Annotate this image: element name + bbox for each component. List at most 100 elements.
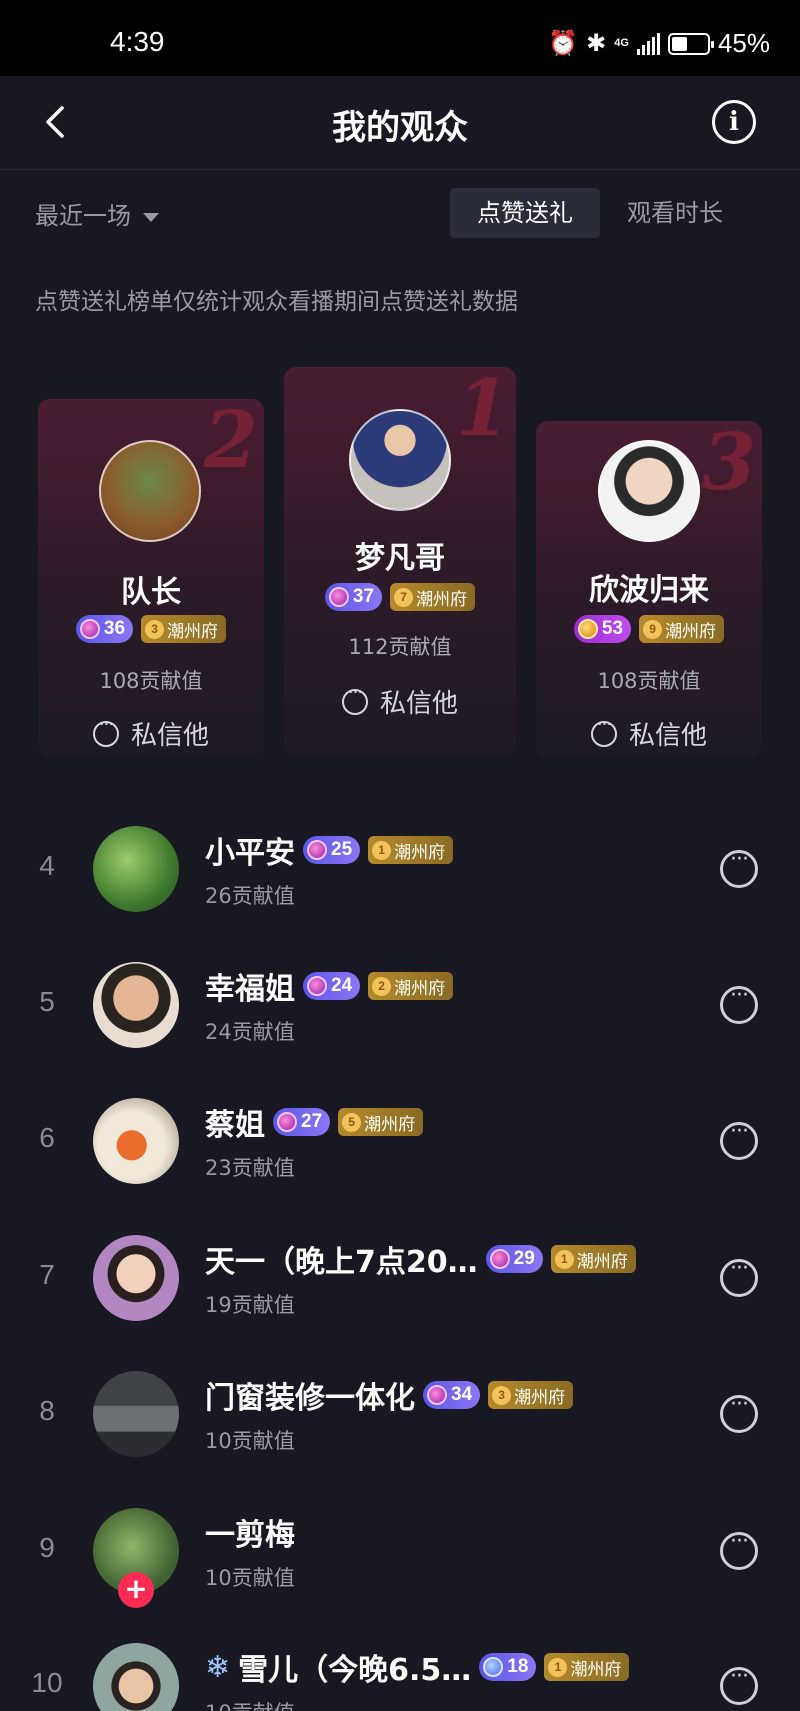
podium-score: 108贡献值 bbox=[597, 669, 701, 693]
name-line: 门窗装修一体化 34 3 潮州府 bbox=[205, 1373, 574, 1417]
fan-heart-icon: 1 bbox=[554, 1249, 574, 1269]
network-type-label: 4G bbox=[614, 37, 629, 49]
podium-card-rank-2[interactable]: 2 队长 36 3潮州府 108贡献值 私信他 bbox=[38, 399, 264, 757]
message-icon[interactable] bbox=[720, 847, 758, 888]
message-icon[interactable] bbox=[720, 1119, 758, 1160]
list-item[interactable]: 9 + 一剪梅 10贡献值 bbox=[0, 1482, 800, 1618]
avatar[interactable] bbox=[93, 1098, 179, 1184]
message-icon[interactable] bbox=[720, 1392, 758, 1433]
period-filter-label: 最近一场 bbox=[35, 202, 131, 230]
message-icon[interactable] bbox=[720, 983, 758, 1024]
user-level-badge: 18 bbox=[479, 1653, 537, 1681]
podium-name: 欣波归来 bbox=[589, 573, 709, 608]
bluetooth-icon: ✱ bbox=[586, 30, 607, 57]
avatar[interactable] bbox=[349, 409, 451, 511]
battery-icon bbox=[667, 32, 714, 55]
rank-number: 8 bbox=[39, 1395, 55, 1426]
contribution-score: 19贡献值 bbox=[205, 1293, 295, 1317]
level-gem-icon bbox=[307, 840, 327, 860]
period-filter-dropdown[interactable]: 最近一场 bbox=[35, 196, 159, 231]
status-bar: 4:39 ⏰ ✱ 4G 45% bbox=[0, 0, 800, 76]
avatar[interactable] bbox=[598, 440, 700, 542]
avatar[interactable] bbox=[93, 1235, 179, 1321]
nav-bar: 我的观众 i bbox=[0, 76, 800, 170]
fan-club-badge: 1 潮州府 bbox=[550, 1245, 636, 1273]
status-time: 4:39 bbox=[110, 26, 165, 57]
tab-watch-time[interactable]: 观看时长 bbox=[600, 188, 750, 238]
fan-club-badge: 2 潮州府 bbox=[368, 972, 454, 1000]
level-gem-icon bbox=[489, 1249, 510, 1269]
list-item[interactable]: 7 天一（晚上7点20… 29 1 潮州府 19贡献值 bbox=[0, 1209, 800, 1345]
podium-badges: 36 3 潮州府 bbox=[38, 615, 264, 643]
status-icons: ⏰ ✱ 4G 45% bbox=[548, 28, 770, 59]
message-button[interactable]: 私信他 bbox=[38, 714, 264, 752]
follow-button[interactable]: + bbox=[118, 1572, 154, 1608]
fan-club-badge: 5 潮州府 bbox=[338, 1108, 424, 1136]
contribution-score: 26贡献值 bbox=[205, 884, 295, 908]
fan-heart-icon: 3 bbox=[145, 619, 165, 639]
avatar[interactable] bbox=[99, 440, 201, 542]
rank-number: 10 bbox=[31, 1667, 63, 1698]
avatar[interactable] bbox=[93, 962, 179, 1048]
user-name: 蔡姐 bbox=[205, 1108, 265, 1143]
user-name: 雪儿（今晚6.5… bbox=[238, 1653, 472, 1688]
fan-heart-icon: 9 bbox=[643, 619, 663, 639]
chat-icon bbox=[92, 714, 119, 747]
name-line: 幸福姐 24 2 潮州府 bbox=[205, 964, 454, 1008]
fan-heart-icon: 1 bbox=[548, 1657, 568, 1677]
info-icon[interactable]: i bbox=[712, 100, 756, 144]
fan-heart-icon: 7 bbox=[394, 587, 414, 607]
name-line: 一剪梅 bbox=[205, 1510, 295, 1554]
tab-likes-gifts[interactable]: 点赞送礼 bbox=[450, 188, 600, 238]
level-gem-icon bbox=[79, 619, 100, 639]
name-line: ❄ 雪儿（今晚6.5… 18 1 潮州府 bbox=[205, 1645, 630, 1689]
user-level-badge: 25 bbox=[303, 836, 361, 864]
list-item[interactable]: 5 幸福姐 24 2 潮州府 24贡献值 bbox=[0, 936, 800, 1072]
avatar[interactable] bbox=[93, 1371, 179, 1457]
level-gem-icon bbox=[483, 1657, 504, 1677]
level-gem-icon bbox=[427, 1385, 447, 1405]
name-line: 天一（晚上7点20… 29 1 潮州府 bbox=[205, 1237, 636, 1281]
contribution-score: 24贡献值 bbox=[205, 1020, 295, 1044]
message-icon[interactable] bbox=[720, 1664, 758, 1705]
tabs: 点赞送礼 观看时长 bbox=[450, 188, 750, 238]
list-item[interactable]: 4 小平安 25 1 潮州府 26贡献值 bbox=[0, 800, 800, 936]
message-button[interactable]: 私信他 bbox=[284, 682, 516, 720]
level-gem-icon bbox=[577, 619, 598, 639]
contribution-score: 10贡献值 bbox=[205, 1566, 295, 1590]
battery-percent: 45% bbox=[717, 28, 770, 58]
caret-down-icon bbox=[143, 212, 159, 222]
podium-card-rank-1[interactable]: 1 梦凡哥 37 7潮州府 112贡献值 私信他 bbox=[284, 367, 516, 757]
podium-badges: 37 7 潮州府 bbox=[284, 583, 516, 611]
avatar[interactable] bbox=[93, 826, 179, 912]
level-gem-icon bbox=[328, 587, 349, 607]
fan-heart-icon: 1 bbox=[372, 840, 392, 860]
fan-club-badge: 1 潮州府 bbox=[368, 836, 454, 864]
ranking-note: 点赞送礼榜单仅统计观众看播期间点赞送礼数据 bbox=[35, 289, 518, 315]
podium-rank-number: 2 bbox=[203, 399, 258, 486]
user-name: 一剪梅 bbox=[205, 1518, 295, 1553]
rank-number: 4 bbox=[39, 850, 55, 881]
list-item[interactable]: 6 蔡姐 27 5 潮州府 23贡献值 bbox=[0, 1072, 800, 1208]
rank-number: 6 bbox=[39, 1122, 55, 1153]
fan-heart-icon: 2 bbox=[372, 976, 392, 996]
message-icon[interactable] bbox=[720, 1529, 758, 1570]
contribution-score: 10贡献值 bbox=[205, 1429, 295, 1453]
alarm-icon: ⏰ bbox=[548, 30, 579, 57]
avatar[interactable] bbox=[93, 1643, 179, 1711]
list-item[interactable]: 8 门窗装修一体化 34 3 潮州府 10贡献值 bbox=[0, 1345, 800, 1481]
message-button[interactable]: 私信他 bbox=[536, 714, 762, 752]
podium-name: 梦凡哥 bbox=[355, 541, 445, 576]
user-name: 幸福姐 bbox=[205, 972, 295, 1007]
message-icon[interactable] bbox=[720, 1256, 758, 1297]
rank-number: 5 bbox=[39, 986, 55, 1017]
user-level-badge: 29 bbox=[485, 1245, 543, 1273]
list-item[interactable]: 10 ❄ 雪儿（今晚6.5… 18 1潮州府 10贡献值 bbox=[0, 1617, 800, 1711]
podium-card-rank-3[interactable]: 3 欣波归来 53 9潮州府 108贡献值 私信他 bbox=[536, 421, 762, 757]
snowflake-icon: ❄ bbox=[205, 1649, 231, 1685]
podium-score: 112贡献值 bbox=[348, 635, 452, 659]
fan-club-badge: 3 潮州府 bbox=[141, 615, 227, 643]
fan-club-badge: 3 潮州府 bbox=[488, 1381, 574, 1409]
contribution-score: 10贡献值 bbox=[205, 1697, 295, 1711]
chat-icon bbox=[341, 682, 368, 715]
